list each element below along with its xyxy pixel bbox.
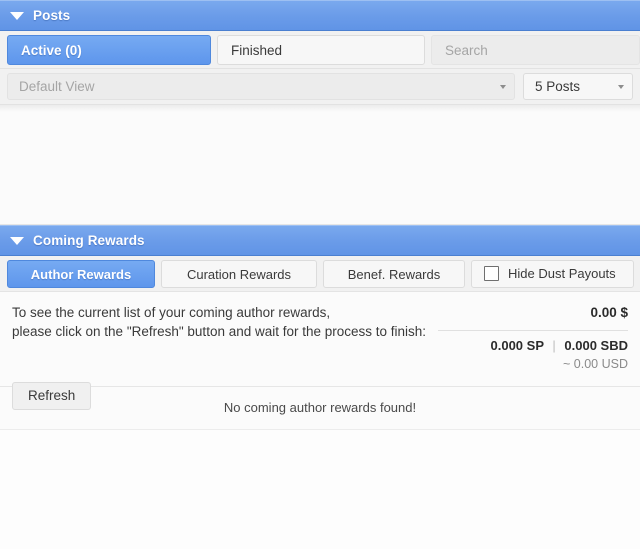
rewards-body: To see the current list of your coming a… bbox=[0, 292, 640, 410]
rewards-totals: 0.00 $ 0.000 SP | 0.000 SBD ~ 0.00 USD bbox=[438, 302, 628, 373]
rewards-total-usd: ~ 0.00 USD bbox=[563, 357, 628, 371]
triangle-down-icon[interactable] bbox=[10, 237, 24, 245]
posts-list-area[interactable] bbox=[0, 105, 640, 225]
caret-down-icon bbox=[500, 85, 506, 89]
rewards-total-pair: 0.000 SP | 0.000 SBD bbox=[438, 337, 629, 354]
rewards-total-separator: | bbox=[552, 338, 556, 353]
rewards-panel-title: Coming Rewards bbox=[33, 233, 145, 248]
view-select[interactable]: Default View bbox=[7, 72, 515, 100]
rewards-description-line1: To see the current list of your coming a… bbox=[12, 305, 331, 320]
posts-panel-header[interactable]: Posts bbox=[0, 0, 640, 31]
rewards-description-line2: please click on the "Refresh" button and… bbox=[12, 324, 427, 339]
tab-author-rewards[interactable]: Author Rewards bbox=[7, 259, 155, 288]
caret-down-icon bbox=[618, 85, 624, 89]
refresh-button[interactable]: Refresh bbox=[12, 382, 92, 410]
tab-curation-rewards[interactable]: Curation Rewards bbox=[161, 259, 317, 288]
posts-filter-toolbar: Default View 5 Posts bbox=[0, 69, 640, 105]
posts-tab-toolbar: Active (0) Finished Search bbox=[0, 31, 640, 69]
rewards-total-sp: 0.000 SP bbox=[490, 338, 544, 353]
tab-benef-rewards[interactable]: Benef. Rewards bbox=[323, 259, 465, 288]
tab-active-posts[interactable]: Active (0) bbox=[7, 34, 211, 65]
app-root: Posts Active (0) Finished Search Default… bbox=[0, 0, 640, 549]
rewards-tab-toolbar: Author Rewards Curation Rewards Benef. R… bbox=[0, 256, 640, 292]
view-select-value: Default View bbox=[19, 78, 95, 94]
rewards-total-amount: 0.00 $ bbox=[590, 305, 628, 320]
rewards-description: To see the current list of your coming a… bbox=[12, 302, 426, 341]
post-count-select-value: 5 Posts bbox=[535, 78, 581, 94]
tab-finished-posts[interactable]: Finished bbox=[217, 34, 425, 65]
triangle-down-icon[interactable] bbox=[10, 12, 24, 20]
rewards-panel-header[interactable]: Coming Rewards bbox=[0, 225, 640, 256]
rewards-total-sbd: 0.000 SBD bbox=[564, 338, 628, 353]
hide-dust-payouts-label: Hide Dust Payouts bbox=[508, 265, 616, 281]
post-count-select[interactable]: 5 Posts bbox=[523, 72, 633, 100]
hide-dust-payouts-toggle[interactable]: Hide Dust Payouts bbox=[471, 259, 634, 288]
footer-filler bbox=[0, 430, 640, 549]
rewards-totals-divider bbox=[438, 330, 628, 331]
search-input[interactable]: Search bbox=[431, 34, 640, 65]
checkbox-unchecked-icon[interactable] bbox=[484, 266, 499, 281]
posts-panel-title: Posts bbox=[33, 8, 71, 23]
